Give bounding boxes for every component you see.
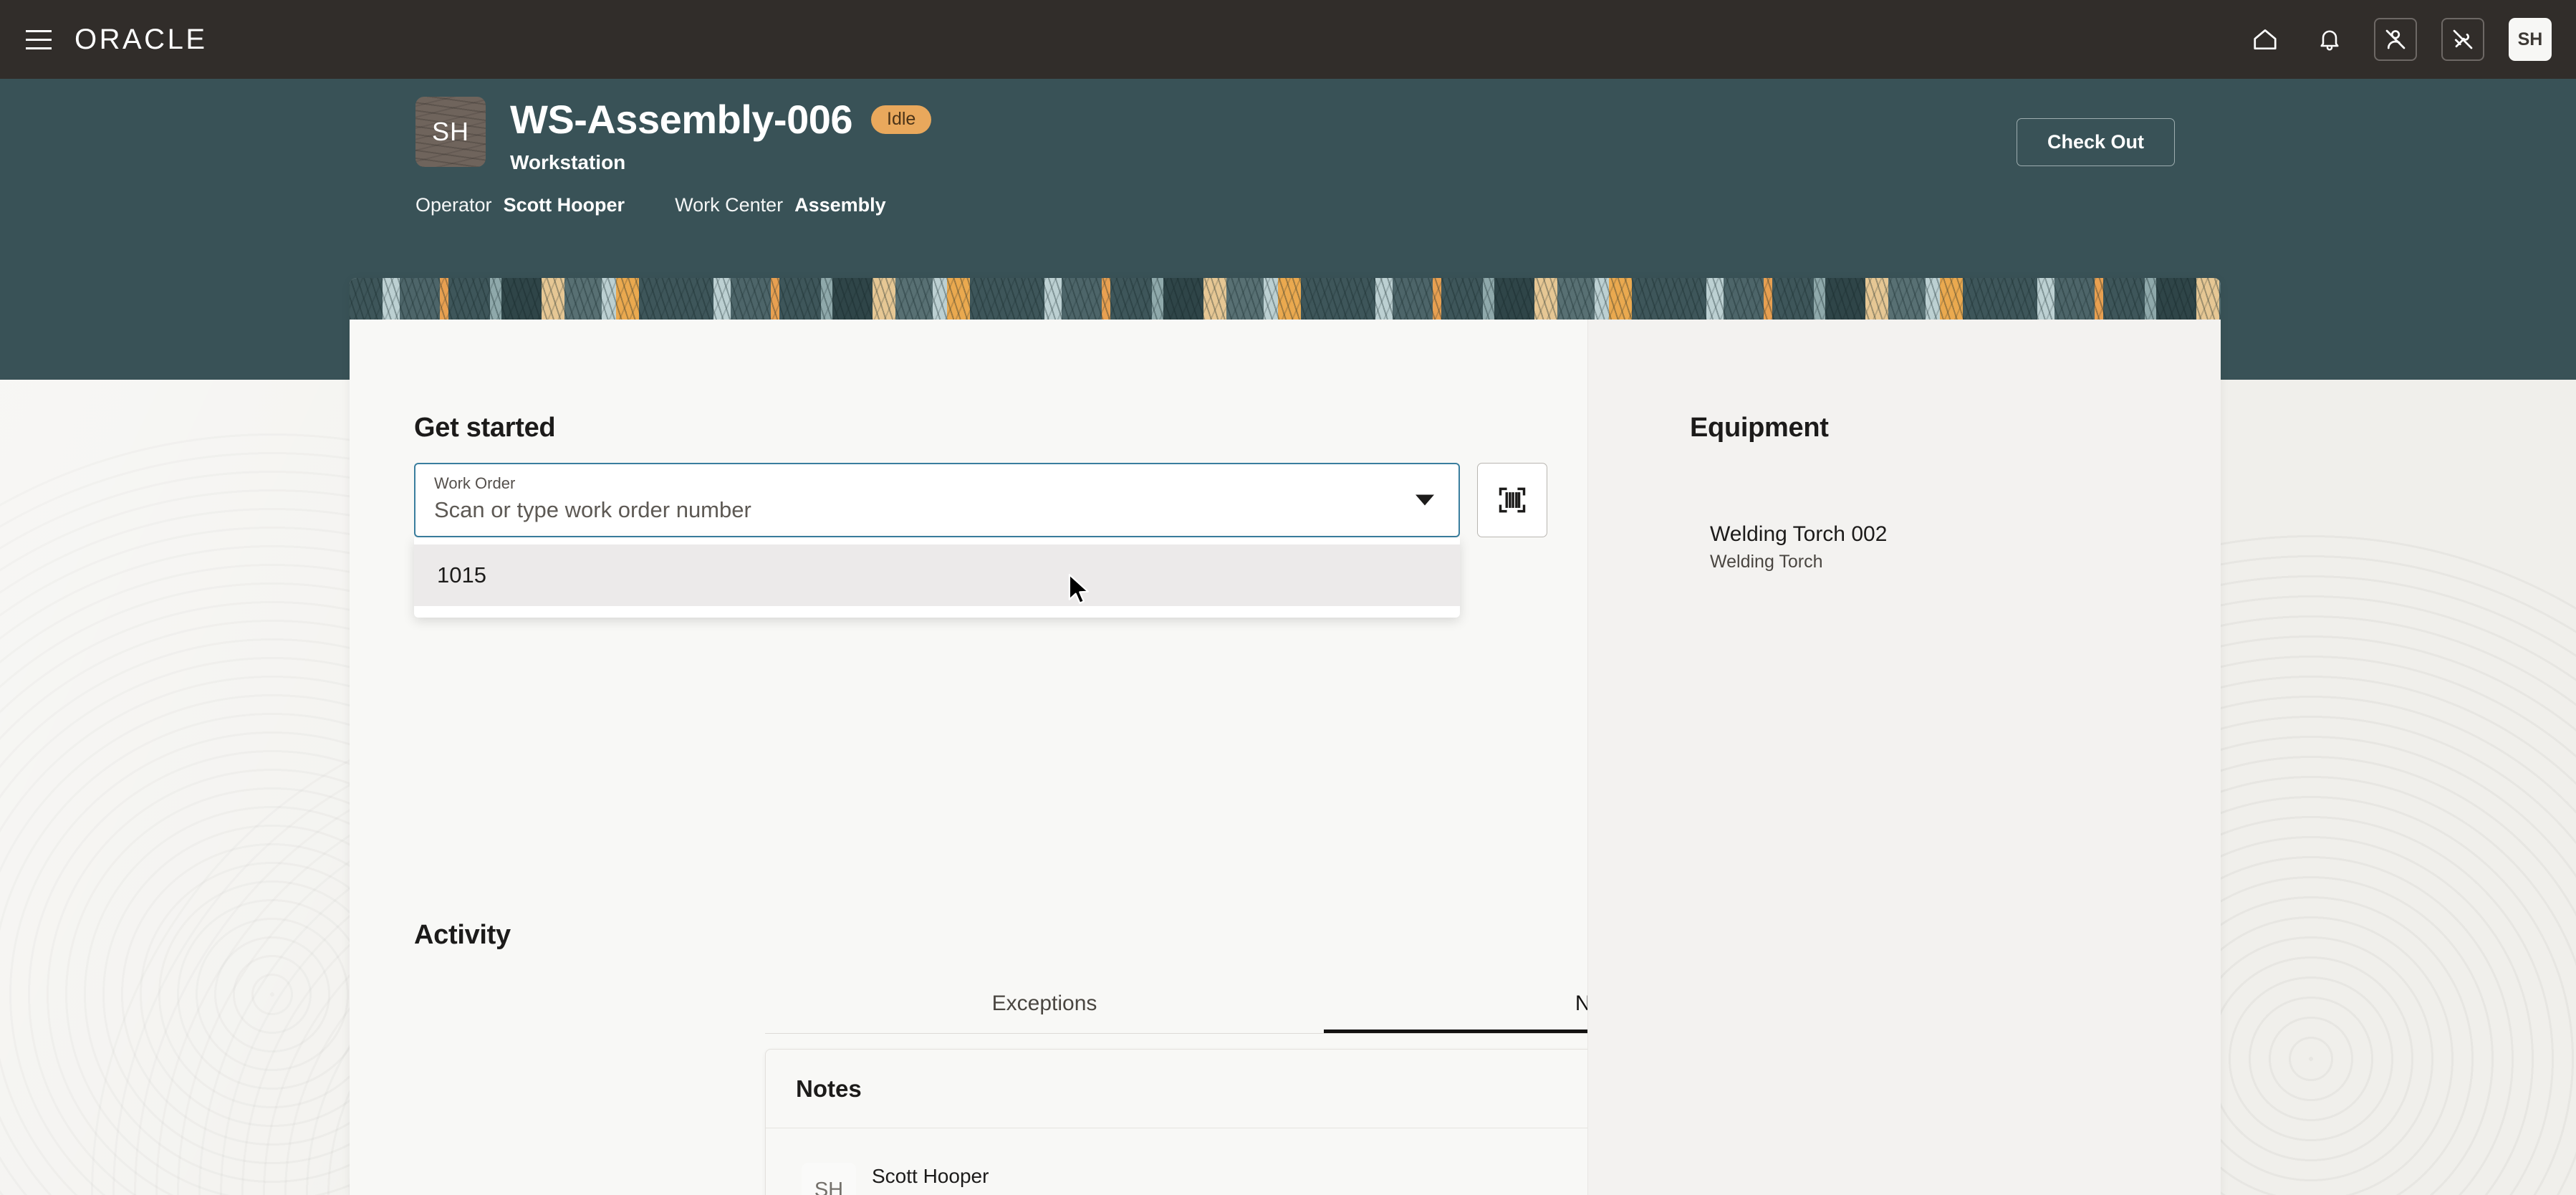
hamburger-menu-icon[interactable]: [19, 19, 59, 59]
note-author-block: Scott Hooper 5/14/24: [872, 1163, 989, 1195]
avatar[interactable]: SH: [2509, 18, 2552, 61]
operator-value: Scott Hooper: [503, 193, 625, 216]
work-center-label: Work Center: [675, 193, 784, 216]
global-header: ORACLE SH: [0, 0, 2576, 79]
main-content-card: Get started Work Order Scan or type work…: [350, 278, 2221, 1195]
hamburger-bar: [26, 47, 52, 49]
work-order-placeholder: Scan or type work order number: [434, 497, 751, 522]
chevron-down-icon[interactable]: [1416, 494, 1434, 506]
equipment-panel: Equipment Welding Torch 002 Welding Torc…: [1587, 320, 2221, 1195]
get-started-title: Get started: [414, 413, 556, 443]
bell-icon[interactable]: [2310, 19, 2350, 59]
workstation-summary: SH WS-Assembly-006 Idle Workstation Oper…: [415, 97, 2175, 216]
check-out-button[interactable]: Check Out: [2016, 118, 2175, 166]
page-title: WS-Assembly-006: [510, 97, 853, 142]
tab-exceptions[interactable]: Exceptions: [765, 979, 1324, 1033]
equipment-name: Welding Torch 002: [1710, 522, 1888, 546]
home-icon[interactable]: [2245, 19, 2285, 59]
workstation-avatar: SH: [415, 97, 486, 167]
person-off-icon[interactable]: [2374, 18, 2417, 61]
work-order-input[interactable]: Work Order Scan or type work order numbe…: [414, 463, 1460, 537]
workstation-meta: Operator Scott Hooper Work Center Assemb…: [415, 194, 2175, 216]
workstation-title-row: SH WS-Assembly-006 Idle Workstation: [415, 97, 2175, 174]
dropdown-option[interactable]: 1015: [414, 544, 1460, 606]
note-author: Scott Hooper: [872, 1165, 989, 1188]
note-avatar: SH: [802, 1163, 856, 1195]
barcode-scan-icon[interactable]: [1477, 463, 1547, 537]
work-order-dropdown-list[interactable]: 1015: [414, 537, 1460, 618]
workstation-subtitle: Workstation: [510, 150, 626, 173]
hamburger-bar: [26, 38, 52, 41]
left-panel: Get started Work Order Scan or type work…: [350, 320, 1883, 1195]
workstation-title-block: WS-Assembly-006 Idle Workstation: [510, 97, 932, 174]
notes-card-title: Notes: [796, 1075, 862, 1102]
work-order-label: Work Order: [434, 474, 516, 492]
status-badge: Idle: [871, 105, 932, 135]
note-date: 5/14/24: [872, 1190, 989, 1195]
work-center-value: Assembly: [794, 193, 886, 216]
card-columns: Get started Work Order Scan or type work…: [350, 320, 2221, 1195]
scan-off-icon[interactable]: [2441, 18, 2484, 61]
oracle-logo[interactable]: ORACLE: [75, 24, 208, 56]
activity-title: Activity: [414, 920, 511, 950]
hamburger-bar: [26, 29, 52, 32]
equipment-list-item[interactable]: Welding Torch 002 Welding Torch: [1710, 520, 1887, 572]
header-icon-group: SH: [2245, 18, 2552, 61]
workstation-name-line: WS-Assembly-006 Idle: [510, 97, 932, 142]
equipment-title: Equipment: [1690, 413, 1829, 443]
equipment-type: Welding Torch: [1710, 552, 1823, 572]
operator-label: Operator: [415, 193, 492, 216]
decorative-banner-strip: [350, 278, 2221, 320]
work-order-row: Work Order Scan or type work order numbe…: [414, 463, 1547, 537]
